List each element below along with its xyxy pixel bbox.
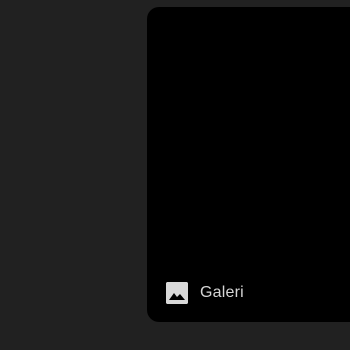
screen: Galeri [0,0,350,350]
gallery-preview-card[interactable] [147,7,350,322]
gallery-label: Galeri [200,284,244,301]
image-icon [166,282,188,304]
gallery-shortcut[interactable]: Galeri [166,280,244,306]
